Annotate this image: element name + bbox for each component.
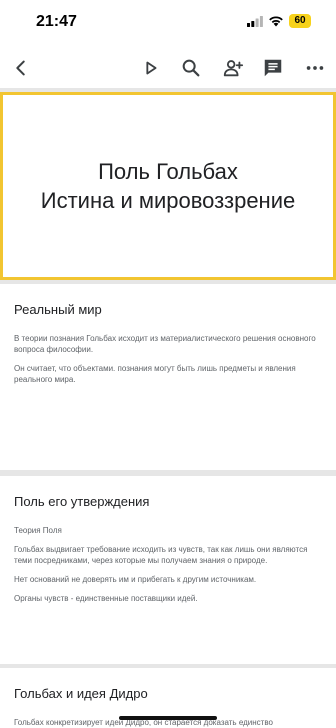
slide-paragraph: Нет оснований не доверять им и прибегать… bbox=[14, 575, 257, 584]
slide-heading: Поль его утверждения bbox=[14, 494, 150, 509]
slide-paul-statements[interactable]: Поль его утверждения Теория Поля Гольбах… bbox=[0, 476, 336, 664]
slide-paragraph: Гольбах выдвигает требование исходить из… bbox=[14, 545, 308, 565]
status-time: 21:47 bbox=[36, 13, 77, 30]
play-icon[interactable] bbox=[137, 54, 165, 82]
back-arrow-icon[interactable] bbox=[7, 54, 35, 82]
slide-paragraph: В теории познания Гольбах исходит из мат… bbox=[14, 334, 316, 354]
search-icon[interactable] bbox=[177, 54, 205, 82]
wifi-icon bbox=[269, 16, 283, 27]
presentation-subtitle: Истина и мировоззрение bbox=[40, 188, 296, 213]
comment-icon[interactable] bbox=[259, 54, 287, 82]
home-indicator[interactable] bbox=[119, 716, 217, 720]
slide-heading: Гольбах и идея Дидро bbox=[14, 686, 148, 701]
slide-paragraph: Он считает, что объектами. познания могу… bbox=[14, 364, 296, 384]
slide-heading: Реальный мир bbox=[14, 302, 102, 317]
status-bar: 21:47 60 bbox=[0, 0, 336, 44]
slide-paragraph: Теория Поля bbox=[14, 526, 62, 535]
cellular-signal-icon bbox=[247, 16, 263, 27]
slide-real-world[interactable]: Реальный мир В теории познания Гольбах и… bbox=[0, 284, 336, 470]
more-icon[interactable] bbox=[301, 54, 329, 82]
presentation-title: Поль Гольбах bbox=[98, 159, 238, 184]
title-slide[interactable]: Поль Гольбах Истина и мировоззрение bbox=[0, 92, 336, 280]
battery-indicator: 60 bbox=[289, 14, 311, 28]
slide-paragraph: Органы чувств - единственные поставщики … bbox=[14, 594, 198, 603]
toolbar bbox=[0, 48, 336, 88]
add-person-icon[interactable] bbox=[219, 54, 247, 82]
